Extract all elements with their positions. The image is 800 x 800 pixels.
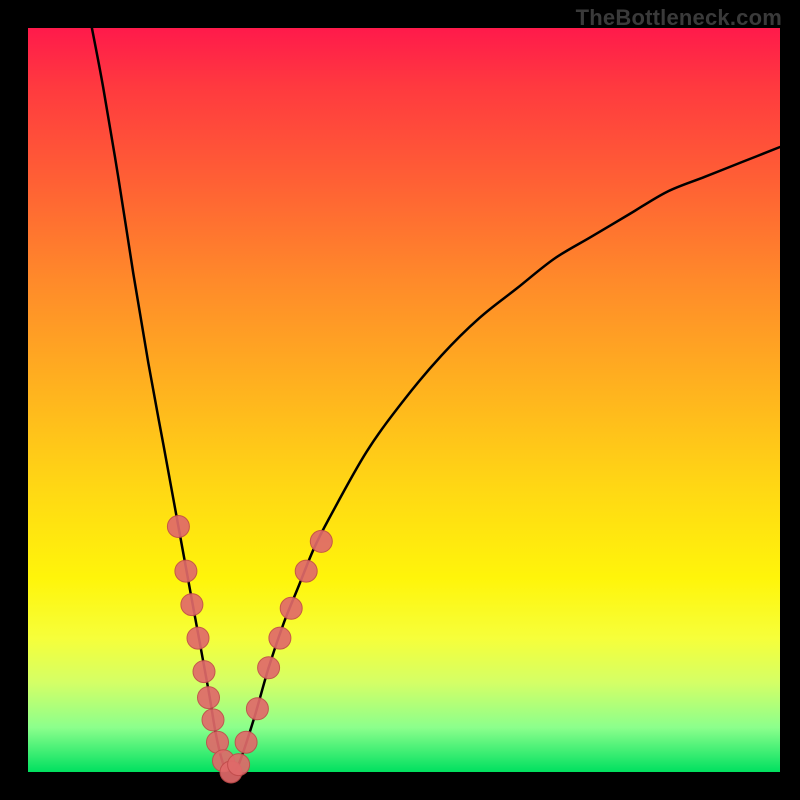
- outer-frame: TheBottleneck.com: [0, 0, 800, 800]
- plot-area: [28, 28, 780, 772]
- watermark-label: TheBottleneck.com: [576, 5, 782, 31]
